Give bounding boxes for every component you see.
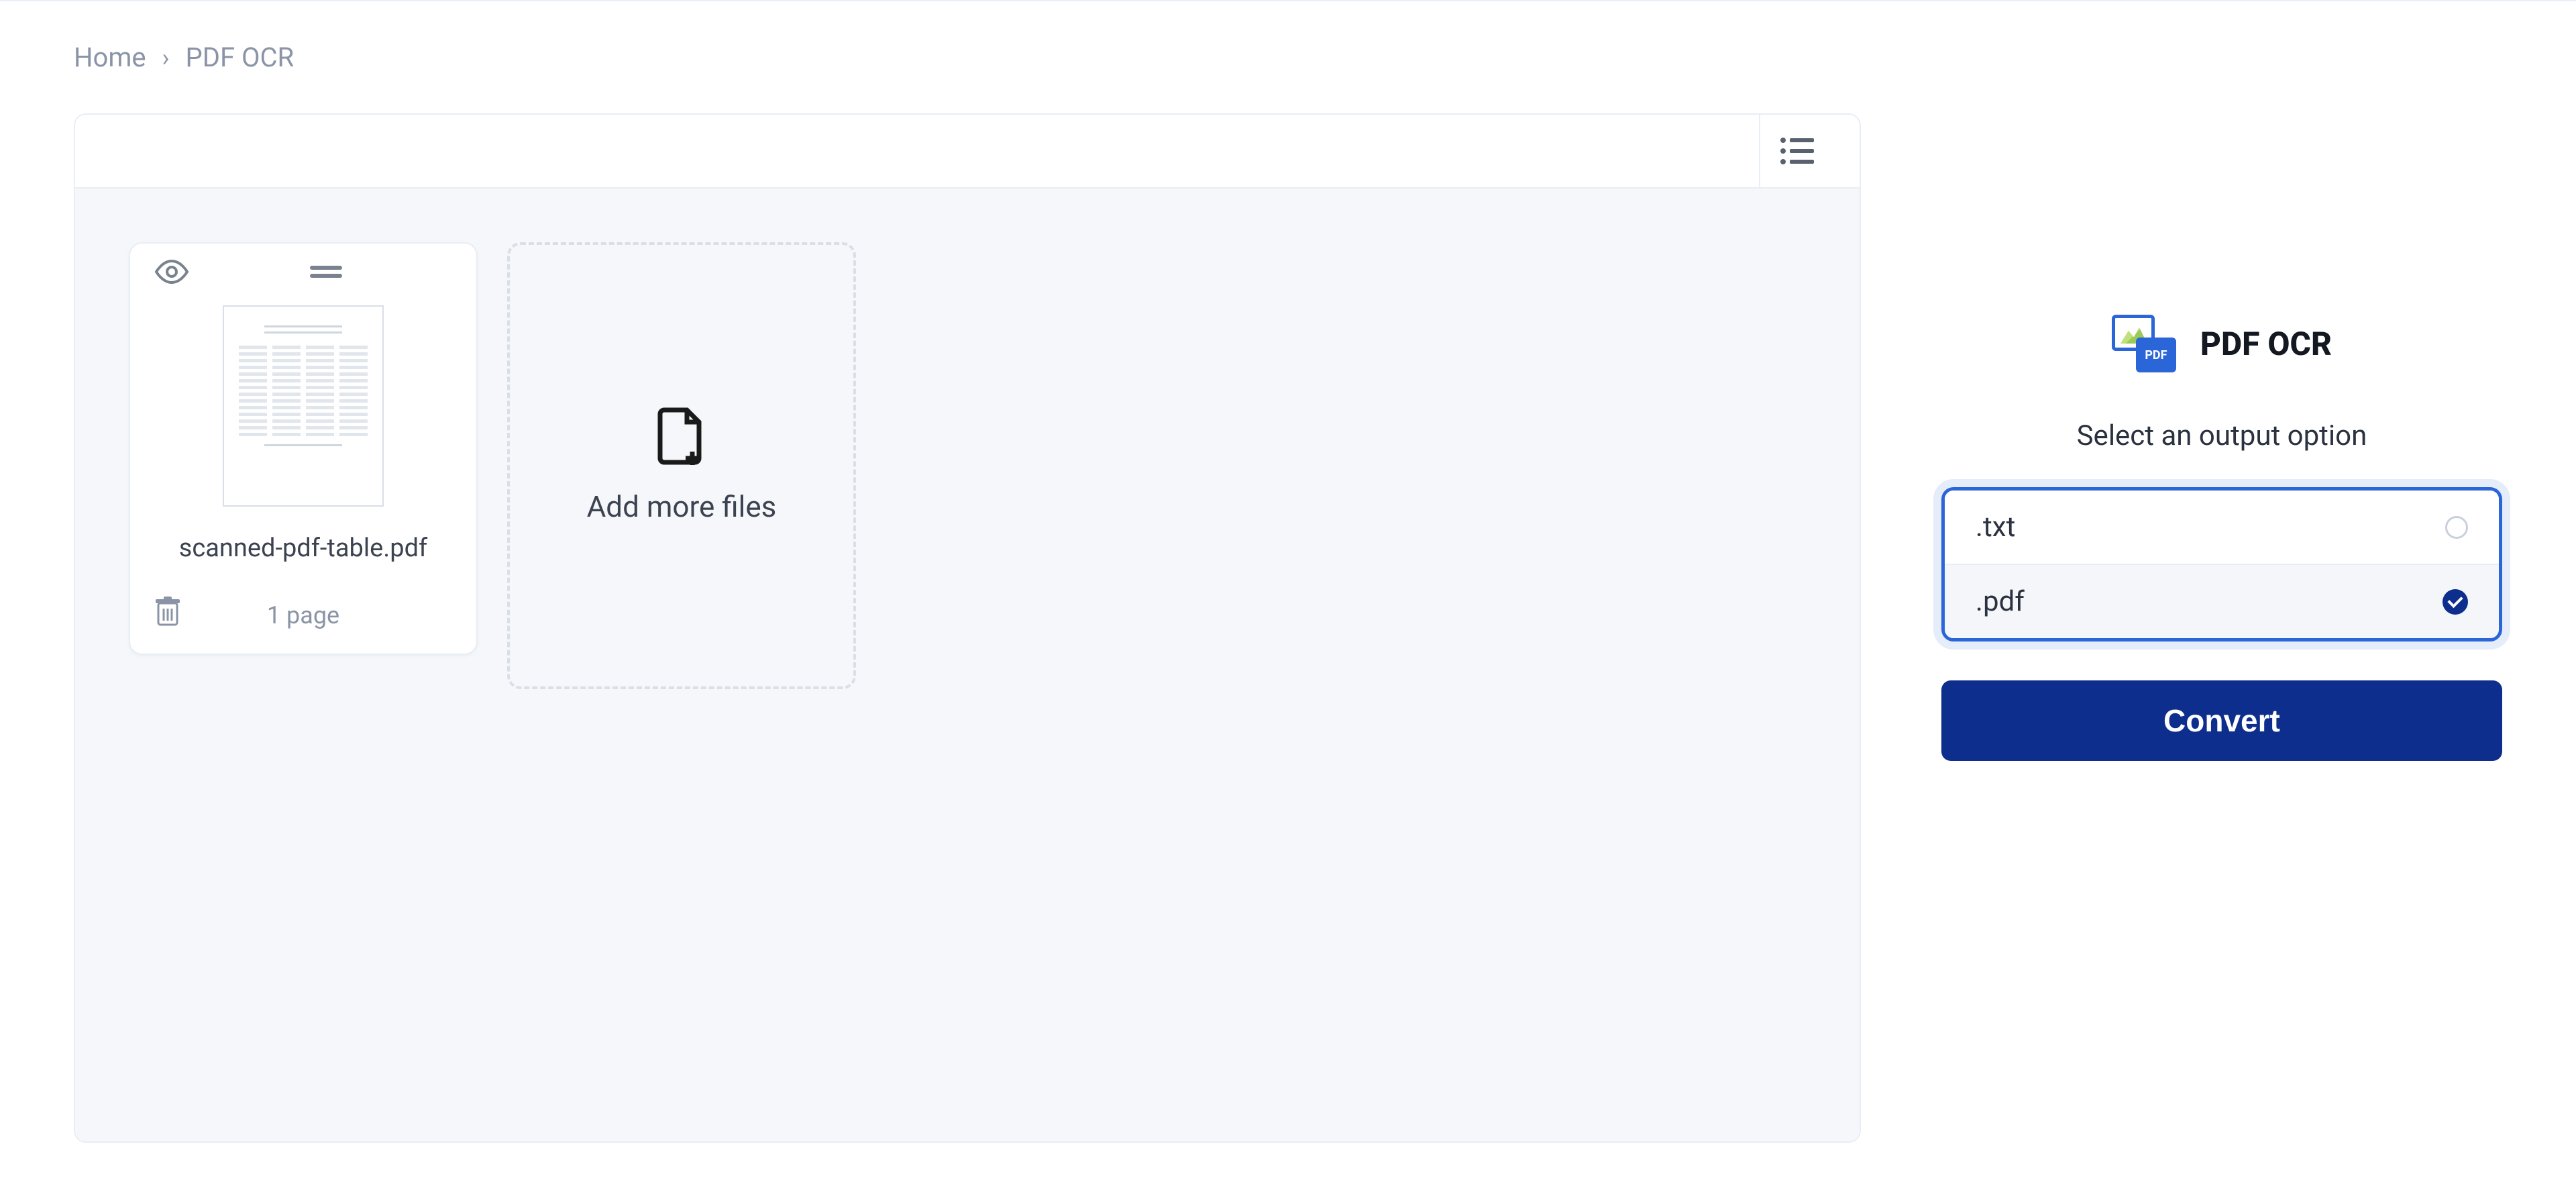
side-title: PDF OCR bbox=[2200, 325, 2332, 363]
convert-button[interactable]: Convert bbox=[1941, 680, 2502, 761]
list-icon bbox=[1779, 136, 1814, 166]
output-options: .txt .pdf bbox=[1941, 487, 2502, 641]
breadcrumb: Home › PDF OCR bbox=[0, 1, 2576, 113]
breadcrumb-current: PDF OCR bbox=[185, 42, 294, 73]
trash-icon bbox=[154, 597, 181, 627]
file-thumbnail[interactable] bbox=[223, 305, 384, 507]
add-file-icon bbox=[657, 407, 706, 466]
option-label: .txt bbox=[1976, 511, 2015, 544]
side-panel: PDF PDF OCR Select an output option .txt… bbox=[1941, 113, 2502, 761]
page-count: 1 page bbox=[181, 601, 425, 629]
add-more-label: Add more files bbox=[587, 489, 777, 524]
file-panel: scanned-pdf-table.pdf bbox=[74, 113, 1861, 1143]
file-panel-toolbar bbox=[75, 115, 1860, 189]
file-name: scanned-pdf-table.pdf bbox=[130, 520, 476, 583]
breadcrumb-home[interactable]: Home bbox=[74, 42, 146, 73]
side-subtitle: Select an output option bbox=[1941, 419, 2502, 452]
option-txt[interactable]: .txt bbox=[1945, 491, 2499, 565]
add-more-files[interactable]: Add more files bbox=[507, 242, 856, 689]
drag-icon bbox=[310, 264, 342, 279]
radio-unchecked-icon bbox=[2445, 516, 2468, 539]
delete-file-button[interactable] bbox=[154, 597, 181, 633]
side-header: PDF PDF OCR bbox=[1941, 315, 2502, 372]
drag-handle[interactable] bbox=[310, 264, 342, 282]
preview-button[interactable] bbox=[154, 260, 189, 287]
file-card: scanned-pdf-table.pdf bbox=[129, 242, 478, 655]
eye-icon bbox=[154, 260, 189, 284]
pdf-ocr-icon: PDF bbox=[2112, 315, 2176, 372]
file-panel-body: scanned-pdf-table.pdf bbox=[75, 189, 1860, 1141]
option-pdf[interactable]: .pdf bbox=[1945, 565, 2499, 638]
breadcrumb-separator: › bbox=[162, 44, 170, 72]
radio-checked-icon bbox=[2443, 589, 2468, 615]
list-view-toggle[interactable] bbox=[1759, 115, 1833, 187]
option-label: .pdf bbox=[1976, 585, 2025, 618]
